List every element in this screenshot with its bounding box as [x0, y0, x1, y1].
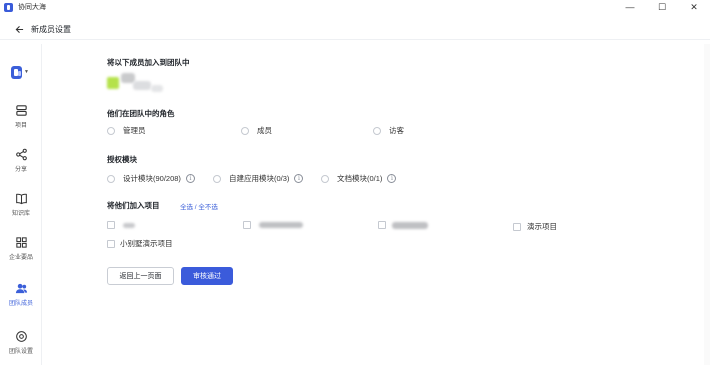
window-titlebar: 协同大海 — ☐ ✕ — [0, 0, 710, 14]
sidebar: ▼ 项目 分享 知识库 企业要品 团队成员 团队设置 — [0, 44, 42, 365]
checkbox[interactable] — [107, 221, 115, 229]
checkbox[interactable] — [243, 221, 251, 229]
sidebar-item-share[interactable]: 分享 — [0, 148, 42, 182]
project-item[interactable] — [107, 221, 135, 229]
role-label: 管理员 — [123, 126, 146, 135]
layers-icon — [15, 105, 27, 116]
radio-button[interactable] — [107, 174, 115, 183]
radio-button[interactable] — [321, 174, 329, 183]
scrollbar[interactable] — [704, 44, 710, 365]
checkbox[interactable] — [513, 222, 521, 231]
sidebar-item-knowledge[interactable]: 知识库 — [0, 192, 42, 226]
redacted-project-name — [392, 221, 428, 229]
info-icon[interactable]: i — [294, 174, 304, 183]
team-switcher[interactable]: ▼ — [11, 64, 29, 80]
sidebar-item-label: 知识库 — [11, 211, 30, 217]
window-controls: — ☐ ✕ — [614, 0, 710, 14]
info-icon[interactable]: i — [387, 174, 397, 183]
radio-button[interactable] — [373, 126, 381, 135]
project-item-villa-demo[interactable]: 小别墅演示项目 — [107, 238, 173, 249]
sidebar-item-label: 团队成员 — [8, 301, 33, 307]
radio-button[interactable] — [107, 126, 115, 135]
checkbox[interactable] — [378, 221, 386, 229]
role-label: 成员 — [257, 126, 272, 135]
sidebar-item-label: 企业要品 — [8, 255, 33, 261]
share-icon — [15, 148, 27, 161]
page-title: 新成员设置 — [31, 25, 71, 34]
sidebar-item-label: 团队设置 — [8, 349, 33, 355]
settings-icon — [15, 331, 27, 342]
projects-heading: 将他们加入项目 — [107, 201, 160, 210]
team-logo-icon — [11, 65, 23, 79]
page-header: 新成员设置 — [0, 20, 710, 40]
role-option-member[interactable]: 成员 — [241, 125, 272, 136]
module-label: 文档模块(0/1) — [337, 174, 383, 183]
redacted-project-name — [259, 222, 303, 228]
info-icon[interactable]: i — [185, 174, 195, 183]
sidebar-item-label: 项目 — [14, 123, 27, 129]
grid-icon — [15, 237, 27, 248]
add-members-heading: 将以下成员加入到团队中 — [107, 58, 190, 67]
book-icon — [15, 193, 27, 205]
auth-heading: 授权模块 — [107, 155, 137, 164]
role-option-admin[interactable]: 管理员 — [107, 125, 146, 136]
module-option-docs[interactable]: 文档模块(0/1) i — [321, 173, 397, 184]
sidebar-item-label: 分享 — [14, 167, 27, 173]
team-icon — [15, 283, 27, 294]
project-item[interactable] — [378, 221, 428, 229]
project-label: 演示项目 — [527, 222, 557, 231]
member-avatar — [107, 73, 167, 95]
module-label: 设计模块(90/208) — [123, 174, 181, 183]
maximize-button[interactable]: ☐ — [646, 0, 678, 14]
minimize-button[interactable]: — — [614, 0, 646, 14]
project-item[interactable] — [243, 221, 303, 229]
select-all-link[interactable]: 全选 / 全不选 — [180, 201, 218, 211]
close-button[interactable]: ✕ — [678, 0, 710, 14]
back-to-previous-button[interactable]: 返回上一页面 — [107, 267, 174, 285]
role-label: 访客 — [389, 126, 404, 135]
role-option-guest[interactable]: 访客 — [373, 125, 404, 136]
sidebar-item-projects[interactable]: 项目 — [0, 104, 42, 138]
checkbox[interactable] — [107, 239, 115, 248]
redacted-project-name — [123, 222, 135, 228]
module-option-design[interactable]: 设计模块(90/208) i — [107, 173, 195, 184]
app-logo-icon — [4, 2, 13, 12]
sidebar-item-team-members[interactable]: 团队成员 — [0, 282, 42, 316]
chevron-down-icon: ▼ — [24, 69, 29, 75]
radio-button[interactable] — [241, 126, 249, 135]
project-item-demo[interactable]: 演示项目 — [513, 221, 557, 232]
window-title: 协同大海 — [18, 4, 46, 11]
approve-button[interactable]: 审核通过 — [181, 267, 233, 285]
sidebar-item-team-settings[interactable]: 团队设置 — [0, 330, 42, 364]
sidebar-item-enterprise[interactable]: 企业要品 — [0, 236, 42, 270]
project-label: 小别墅演示项目 — [120, 239, 173, 248]
module-option-custom-app[interactable]: 自建应用模块(0/3) i — [213, 173, 304, 184]
radio-button[interactable] — [213, 174, 221, 183]
back-arrow-icon[interactable] — [14, 25, 24, 35]
module-label: 自建应用模块(0/3) — [229, 174, 290, 183]
role-heading: 他们在团队中的角色 — [107, 109, 175, 118]
